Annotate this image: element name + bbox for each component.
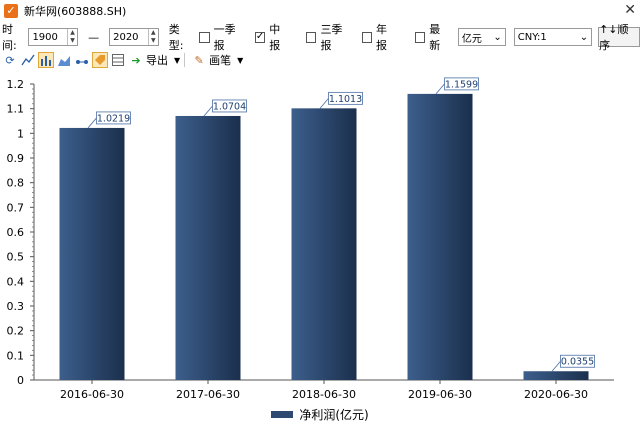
y-tick-label: 1.2	[7, 78, 25, 91]
bar-chart-icon[interactable]	[38, 52, 54, 68]
y-tick-label: 0.6	[7, 226, 25, 239]
checkbox-box-checked[interactable]: ✓	[254, 31, 266, 43]
bar	[59, 127, 125, 380]
data-label: 1.1013	[329, 94, 362, 105]
checkbox-box[interactable]	[305, 31, 317, 43]
unit-select[interactable]: 亿元 ⌄	[457, 28, 506, 46]
type-label: 类型:	[168, 23, 184, 52]
bar	[523, 371, 589, 380]
checkbox-annual-report[interactable]: 年报	[361, 21, 397, 53]
end-year-value: 2020	[113, 31, 139, 43]
checkbox-latest[interactable]: 最新	[414, 21, 450, 53]
app-logo-icon: ✓	[4, 4, 18, 18]
legend-label: 净利润(亿元)	[299, 407, 369, 422]
net-profit-bar-chart: 0 0.1 0.2 0.3 0.4 0.5 0.6 0.7 0.8 0.9 1 1.1 1.2 2016-…	[7, 77, 614, 401]
line-chart-icon[interactable]	[20, 52, 36, 68]
unit-select-value: 亿元	[461, 33, 482, 45]
chevron-down-icon[interactable]: ▼	[174, 56, 180, 65]
y-tick-label: 0.1	[7, 349, 25, 362]
y-tick-label: 0.2	[7, 325, 25, 338]
data-label-leader	[551, 360, 561, 372]
checkbox-box[interactable]	[414, 31, 426, 43]
data-label-leader	[435, 83, 445, 95]
chevron-down-icon: ⌄	[493, 31, 502, 43]
x-tick-label: 2016-06-30	[60, 388, 124, 401]
checkbox-box[interactable]	[361, 31, 373, 43]
x-tick-label: 2017-06-30	[176, 388, 240, 401]
close-icon[interactable]: ✕	[624, 2, 636, 18]
scatter-icon[interactable]	[74, 52, 90, 68]
sort-order-button[interactable]: ↑↓顺序	[598, 23, 640, 52]
tag-icon[interactable]	[92, 52, 108, 68]
chart-toolbar: ⟳ ➔ 导出 ▼ ✎ 画笔 ▼	[0, 50, 640, 70]
bar	[407, 93, 473, 381]
y-tick-label: 0.3	[7, 300, 25, 313]
legend-swatch	[271, 410, 294, 418]
currency-select[interactable]: CNY:1 ⌄	[513, 28, 593, 46]
time-label: 时间:	[2, 23, 17, 52]
window-title: 新华网(603888.SH)	[24, 5, 127, 18]
chevron-down-icon[interactable]: ▼	[237, 56, 243, 65]
y-tick-label: 0.8	[7, 177, 25, 190]
data-label: 1.0704	[213, 101, 246, 112]
filter-toolbar: 时间: 1900 ▲ ▼ — 2020 ▲ ▼ 类型: 一季报 ✓ 中报 三季报 年…	[0, 23, 640, 52]
area-chart-icon[interactable]	[56, 52, 72, 68]
end-year-spinner[interactable]: 2020 ▲ ▼	[109, 28, 159, 46]
title-bar: ✓ 新华网(603888.SH) ✕	[0, 0, 640, 22]
range-dash: —	[88, 30, 100, 44]
chart-legend: 净利润(亿元)	[0, 404, 640, 424]
x-tick-label: 2020-06-30	[524, 388, 588, 401]
start-year-spinner[interactable]: 1900 ▲ ▼	[28, 28, 79, 46]
currency-select-value: CNY:1	[517, 31, 547, 43]
chevron-down-icon: ⌄	[579, 31, 589, 43]
checkbox-q3-label: 三季报	[320, 23, 343, 52]
y-tick-label: 0.7	[7, 201, 25, 214]
end-year-spin-buttons[interactable]: ▲ ▼	[147, 29, 158, 45]
y-tick-label: 1.1	[7, 103, 25, 116]
toolbar-separator	[184, 53, 186, 67]
bar	[291, 108, 357, 380]
y-tick-label: 0	[17, 374, 24, 387]
y-tick-label: 0.4	[7, 275, 25, 288]
checkbox-q1-label: 一季报	[213, 23, 236, 52]
data-label: 0.0355	[561, 357, 594, 368]
export-button[interactable]: 导出	[146, 52, 168, 68]
y-tick-label: 0.9	[7, 152, 25, 165]
brush-button[interactable]: 画笔	[209, 52, 231, 68]
y-tick-label: 0.5	[7, 251, 25, 264]
checkbox-interim-report[interactable]: ✓ 中报	[254, 21, 290, 53]
y-tick-label: 1	[17, 127, 24, 140]
data-label: 1.1599	[445, 79, 478, 90]
checkbox-q1-report[interactable]: 一季报	[199, 21, 245, 53]
data-label-leader	[319, 98, 329, 109]
refresh-icon[interactable]: ⟳	[2, 52, 18, 68]
data-label-leader	[203, 105, 213, 117]
data-label-leader	[87, 117, 97, 129]
checkbox-interim-label: 中报	[269, 23, 281, 52]
table-icon[interactable]	[110, 52, 126, 68]
checkbox-q3-report[interactable]: 三季报	[305, 21, 352, 53]
checkbox-latest-label: 最新	[429, 23, 441, 52]
start-year-spin-buttons[interactable]: ▲ ▼	[67, 29, 77, 45]
pen-icon[interactable]: ✎	[191, 52, 207, 68]
x-tick-label: 2019-06-30	[408, 388, 472, 401]
checkbox-annual-label: 年报	[376, 23, 388, 52]
start-year-value: 1900	[32, 31, 58, 43]
bar	[175, 115, 241, 380]
checkbox-box[interactable]	[199, 31, 210, 43]
export-icon[interactable]: ➔	[128, 52, 144, 68]
x-tick-label: 2018-06-30	[292, 388, 356, 401]
data-label: 1.0219	[97, 113, 130, 124]
chart-area: 0 0.1 0.2 0.3 0.4 0.5 0.6 0.7 0.8 0.9 1 1.1 1.2 2016-…	[0, 74, 640, 430]
